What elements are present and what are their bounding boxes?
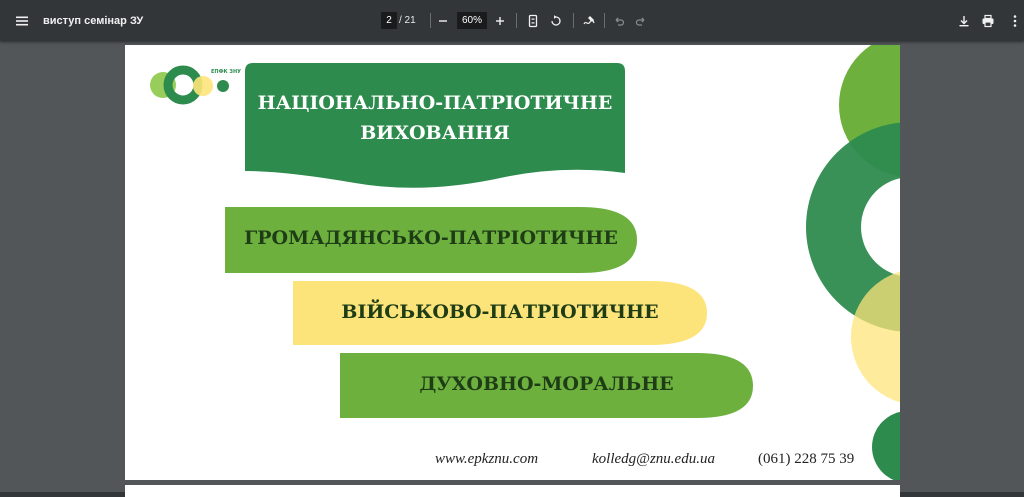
redo-icon[interactable] bbox=[630, 10, 652, 32]
contact-website: www.epkznu.com bbox=[435, 451, 539, 467]
fit-to-page-icon[interactable] bbox=[522, 10, 544, 32]
toolbar-divider bbox=[573, 13, 574, 28]
print-icon[interactable] bbox=[977, 10, 999, 32]
document-title: виступ семінар ЗУ bbox=[43, 14, 144, 27]
zoom-in-button[interactable] bbox=[489, 10, 511, 32]
zoom-out-button[interactable] bbox=[432, 10, 454, 32]
decorative-circles bbox=[806, 45, 900, 480]
rotate-icon[interactable] bbox=[545, 10, 567, 32]
zoom-input[interactable]: 60% bbox=[457, 12, 487, 29]
contact-email: kolledg@znu.edu.ua bbox=[592, 451, 715, 467]
pdf-toolbar: виступ семінар ЗУ 2 / 21 60% bbox=[0, 0, 1024, 41]
toolbar-divider bbox=[430, 13, 431, 28]
slide-heading: НАЦІОНАЛЬНО-ПАТРІОТИЧНЕ ВИХОВАННЯ bbox=[245, 88, 625, 148]
menu-icon[interactable] bbox=[11, 10, 33, 32]
pill-civic-label: ГРОМАДЯНСЬКО-ПАТРІОТИЧНЕ bbox=[244, 227, 618, 249]
contact-phone: (061) 228 75 39 bbox=[758, 451, 855, 467]
toolbar-divider bbox=[516, 13, 517, 28]
heading-line-1: НАЦІОНАЛЬНО-ПАТРІОТИЧНЕ bbox=[257, 92, 613, 114]
more-options-icon[interactable] bbox=[1004, 10, 1024, 32]
next-pdf-page bbox=[125, 485, 900, 497]
download-icon[interactable] bbox=[953, 10, 975, 32]
pill-moral-label: ДУХОВНО-МОРАЛЬНЕ bbox=[419, 373, 674, 395]
page-number-input[interactable]: 2 bbox=[381, 12, 397, 29]
pill-military-label: ВІЙСЬКОВО-ПАТРІОТИЧНЕ bbox=[341, 301, 659, 323]
heading-line-2: ВИХОВАННЯ bbox=[360, 122, 510, 144]
toolbar-divider bbox=[604, 13, 605, 28]
page-total: / 21 bbox=[399, 15, 416, 26]
pdf-page: ЕПФК ЗНУ НАЦІОНАЛЬНО-ПАТРІОТИЧНЕ ВИХОВАН… bbox=[125, 45, 900, 480]
annotate-pen-icon[interactable] bbox=[578, 10, 600, 32]
document-viewer[interactable]: ЕПФК ЗНУ НАЦІОНАЛЬНО-ПАТРІОТИЧНЕ ВИХОВАН… bbox=[0, 41, 1024, 497]
undo-icon[interactable] bbox=[608, 10, 630, 32]
